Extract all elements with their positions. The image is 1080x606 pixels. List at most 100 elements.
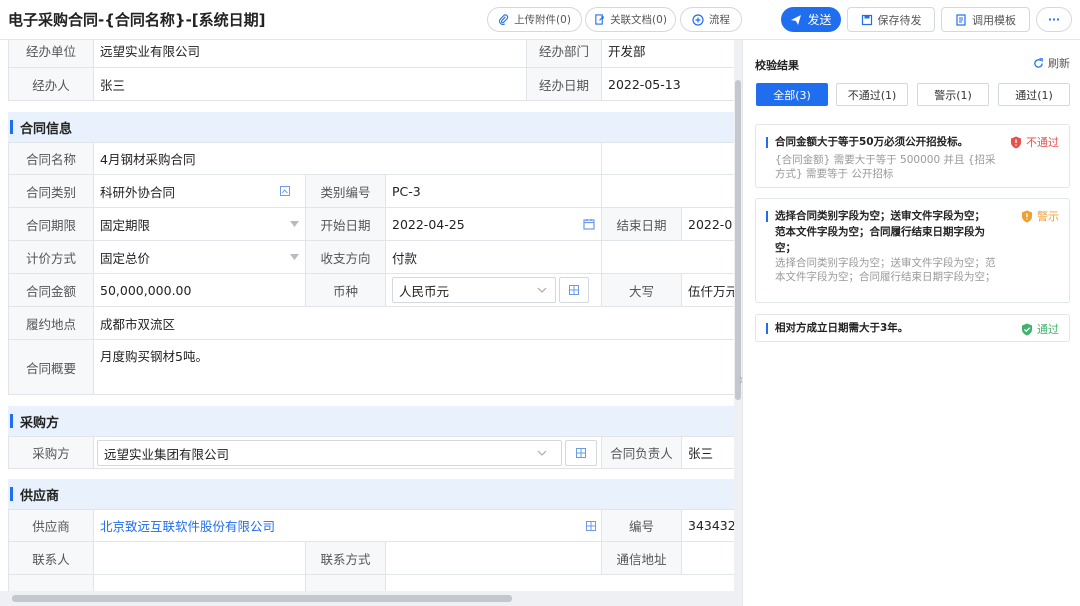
direction-value[interactable]: 付款 [386,241,602,273]
horizontal-scrollbar[interactable] [0,591,742,606]
pricing-select[interactable]: 固定总价 [94,241,306,273]
category-code-value[interactable]: PC-3 [386,175,602,207]
address-value[interactable] [682,542,734,574]
currency-cell: 人民币元 [386,274,602,306]
buyer-select[interactable]: 远望实业集团有限公司 [97,440,562,466]
buyer-label: 采购方 [9,437,94,468]
form-row-contact: 联系人 联系方式 通信地址 [8,542,734,575]
owner-value[interactable]: 张三 [682,437,734,468]
shield-check-icon [1022,323,1032,335]
partial-label [9,575,94,591]
form-row-dept-unit: 经办单位 远望实业有限公司 经办部门 开发部 [8,40,734,68]
upload-attachment-button[interactable]: 上传附件(0) [487,7,582,32]
category-empty [602,175,734,207]
use-template-label: 调用模板 [972,13,1016,27]
calendar-icon[interactable] [583,218,595,230]
dept-value[interactable]: 开发部 [602,40,734,67]
code-value[interactable]: 343432 [682,510,734,541]
section-contract-info: 合同信息 [8,112,734,142]
pricing-label: 计价方式 [9,241,94,273]
related-document-button[interactable]: 关联文档(0) [585,7,676,32]
amount-value[interactable]: 50,000,000.00 [94,274,306,306]
contract-form: 经办单位 远望实业有限公司 经办部门 开发部 经办人 张三 经办日期 2022-… [0,40,734,591]
related-document-label: 关联文档(0) [610,14,667,26]
supplier-label: 供应商 [9,510,94,541]
more-button[interactable]: ··· [1036,7,1072,32]
filter-tab-all[interactable]: 全部(3) [756,83,828,106]
validation-card-pass[interactable]: 相对方成立日期需大于3年。 通过 [755,314,1070,342]
refresh-label: 刷新 [1048,57,1070,70]
validation-card-fail[interactable]: 合同金额大于等于50万必须公开招投标。 {合同金额} 需要大于等于 500000… [755,124,1070,188]
currency-label: 币种 [306,274,386,306]
contact-method-value[interactable] [386,542,602,574]
send-icon [791,14,802,25]
upper-value[interactable]: 伍仟万元 [682,274,734,306]
end-date-label: 结束日期 [602,208,682,240]
form-row-contract-name: 合同名称 4月钢材采购合同 [8,142,734,175]
start-date-field[interactable]: 2022-04-25 [386,208,602,240]
owner-label: 合同负责人 [602,437,682,468]
validation-panel: 校验结果 刷新 全部(3) 不通过(1) 警示(1) 通过(1) 合同金额大于等… [742,40,1080,606]
contract-name-empty [602,143,734,174]
card-title: 选择合同类别字段为空；送审文件字段为空；范本文件字段为空；合同履行结束日期字段为… [766,208,991,256]
status-badge: 通过 [1021,321,1059,337]
flow-label: 流程 [709,14,730,26]
pricing-value: 固定总价 [100,250,151,266]
location-value[interactable]: 成都市双流区 [94,307,734,339]
upload-attachment-label: 上传附件(0) [514,14,571,26]
send-label: 发送 [807,13,832,27]
supplier-value[interactable]: 北京致远互联软件股份有限公司 [100,516,275,535]
buyer-value: 远望实业集团有限公司 [104,446,230,462]
select-icon[interactable] [279,185,291,197]
buyer-cell: 远望实业集团有限公司 [94,437,602,468]
dept-unit-value[interactable]: 远望实业有限公司 [94,40,527,67]
caret-down-icon [290,254,299,260]
location-label: 履约地点 [9,307,94,339]
use-template-button[interactable]: 调用模板 [941,7,1030,32]
refresh-button[interactable]: 刷新 [1033,55,1070,71]
summary-value[interactable]: 月度购买钢材5吨。 [94,340,734,394]
page-title: 电子采购合同-{合同名称}-[系统日期] [8,11,266,29]
link-doc-icon [595,14,604,25]
save-draft-button[interactable]: 保存待发 [847,7,935,32]
category-field[interactable]: 科研外协合同 [94,175,306,207]
category-code-label: 类别编号 [306,175,386,207]
handler-value[interactable]: 张三 [94,68,527,100]
start-date-label: 开始日期 [306,208,386,240]
flow-button[interactable]: 流程 [680,7,742,32]
contract-name-value[interactable]: 4月钢材采购合同 [94,143,602,174]
end-date-value[interactable]: 2022-0 [682,208,734,240]
panel-title: 校验结果 [755,59,799,72]
card-title: 相对方成立日期需大于3年。 [766,320,991,336]
status-badge: 警示 [1021,208,1059,224]
form-row-category: 合同类别 科研外协合同 类别编号 PC-3 [8,175,734,208]
currency-picker-button[interactable] [559,277,589,303]
horizontal-scroll-thumb[interactable] [12,595,512,602]
period-value: 固定期限 [100,217,151,233]
contact-value[interactable] [94,542,306,574]
period-select[interactable]: 固定期限 [94,208,306,240]
buyer-picker-button[interactable] [565,440,597,466]
chevron-down-icon [537,450,547,456]
form-row-location: 履约地点 成都市双流区 [8,307,734,340]
refresh-icon [1034,57,1043,68]
supplier-field[interactable]: 北京致远互联软件股份有限公司 [94,510,602,541]
form-row-partial [8,575,734,591]
section-buyer: 采购方 [8,406,734,436]
contact-label: 联系人 [9,542,94,574]
currency-select[interactable]: 人民币元 [392,277,556,303]
vertical-scroll-thumb[interactable] [735,80,741,400]
validation-card-warn[interactable]: 选择合同类别字段为空；送审文件字段为空；范本文件字段为空；合同履行结束日期字段为… [755,198,1070,303]
filter-tab-warn[interactable]: 警示(1) [917,83,989,106]
status-label: 警示 [1037,210,1059,223]
handle-date-value[interactable]: 2022-05-13 [602,68,734,100]
card-title: 合同金额大于等于50万必须公开招投标。 [766,134,991,150]
shield-error-icon [1011,136,1021,148]
vertical-scrollbar[interactable] [734,40,742,591]
send-button[interactable]: 发送 [781,7,841,32]
direction-label: 收支方向 [306,241,386,273]
chevron-down-icon [537,287,547,293]
filter-tab-fail[interactable]: 不通过(1) [836,83,908,106]
grid-picker-icon[interactable] [585,520,597,532]
filter-tab-pass[interactable]: 通过(1) [998,83,1070,106]
